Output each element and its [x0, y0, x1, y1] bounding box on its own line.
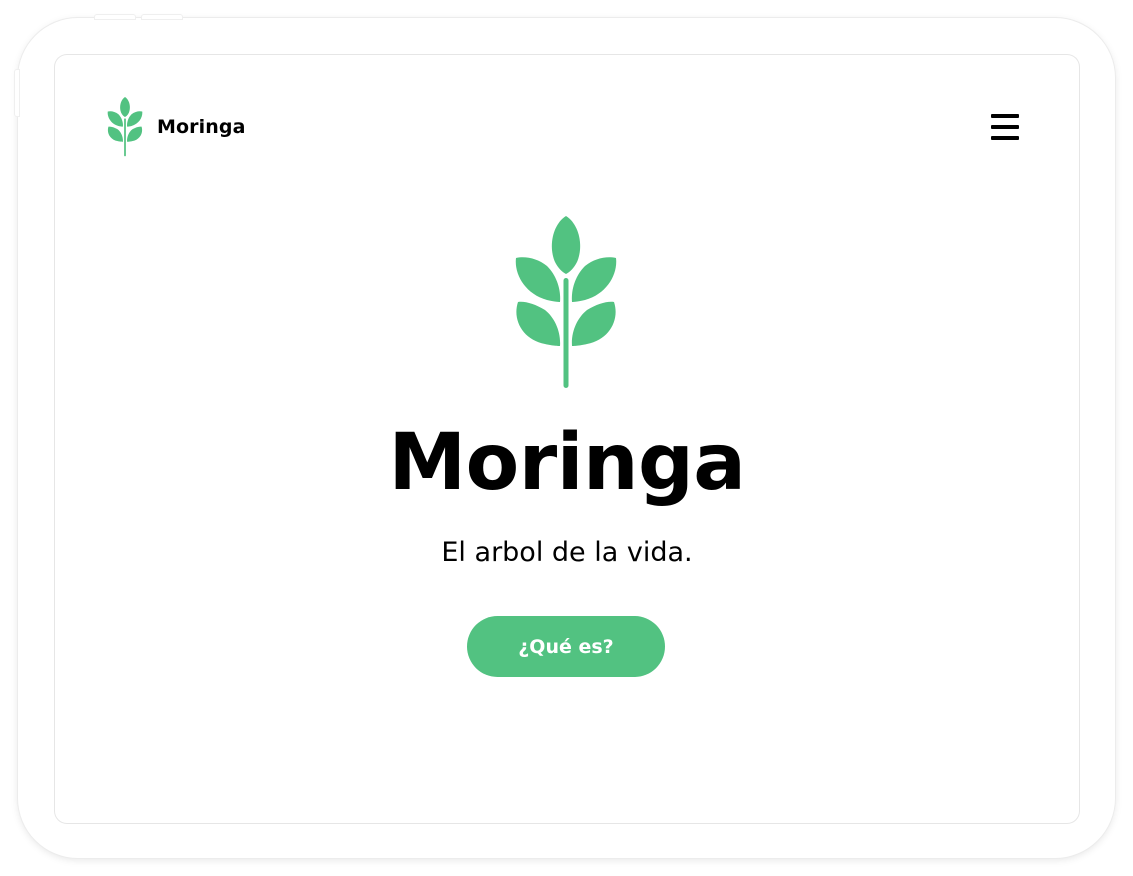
- hamburger-menu-button[interactable]: [991, 114, 1019, 140]
- tablet-screen: Moringa Moringa El arbol de la vida. ¿Qu…: [55, 55, 1079, 823]
- brand-name: Moringa: [157, 116, 246, 138]
- moringa-leaf-icon: [107, 97, 143, 157]
- hero-section: Moringa El arbol de la vida. ¿Qué es?: [55, 205, 1079, 823]
- moringa-leaf-icon: [515, 216, 617, 388]
- tablet-top-button: [95, 15, 135, 19]
- hero-title: Moringa: [388, 418, 746, 508]
- navbar: Moringa: [55, 55, 1079, 205]
- tablet-side-button: [15, 70, 19, 116]
- brand-logo-link[interactable]: Moringa: [107, 97, 246, 157]
- tablet-top-button: [142, 15, 182, 19]
- what-is-it-button[interactable]: ¿Qué es?: [467, 616, 665, 677]
- hero-subtitle: El arbol de la vida.: [441, 537, 693, 568]
